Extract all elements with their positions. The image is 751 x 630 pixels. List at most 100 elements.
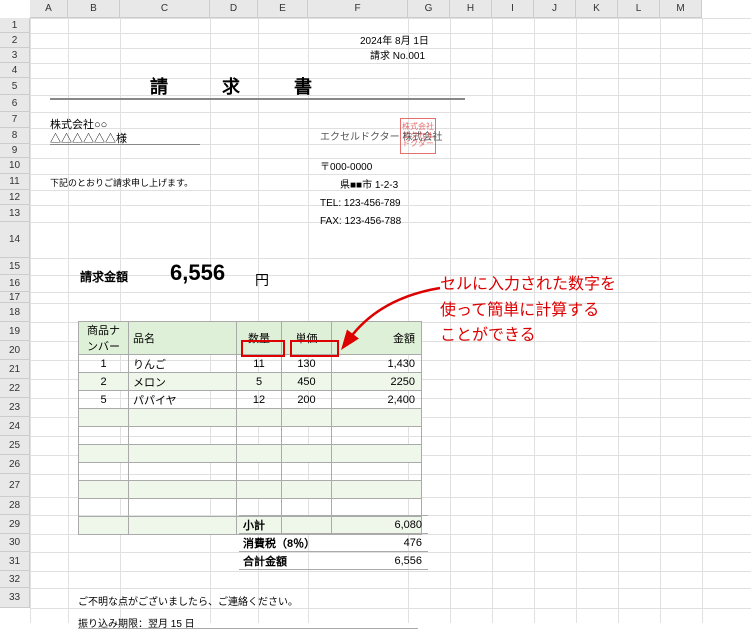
amount-unit: 円 xyxy=(255,270,269,290)
row-header[interactable]: 13 xyxy=(0,205,30,222)
sender-tel: TEL: 123-456-789 xyxy=(320,198,401,209)
table-row-empty[interactable] xyxy=(79,463,422,481)
table-row-empty[interactable] xyxy=(79,445,422,463)
row-header[interactable]: 12 xyxy=(0,190,30,205)
row-header[interactable]: 20 xyxy=(0,341,30,360)
column-header[interactable]: G xyxy=(408,0,450,18)
row-header[interactable]: 7 xyxy=(0,112,30,128)
table-row-empty[interactable] xyxy=(79,499,422,517)
invoice-note: 下記のとおりご請求申し上げます。 xyxy=(50,176,193,189)
row-header[interactable]: 27 xyxy=(0,474,30,497)
row-header[interactable]: 29 xyxy=(0,515,30,534)
table-row-empty[interactable] xyxy=(79,481,422,499)
header-product-name: 品名 xyxy=(129,322,237,355)
cell-price[interactable]: 200 xyxy=(282,391,332,409)
row-header[interactable]: 23 xyxy=(0,398,30,417)
row-header[interactable]: 8 xyxy=(0,128,30,144)
column-header[interactable]: K xyxy=(576,0,618,18)
row-header[interactable]: 21 xyxy=(0,360,30,379)
table-row-empty[interactable] xyxy=(79,409,422,427)
table-row[interactable]: 1りんご111301,430 xyxy=(79,355,422,373)
cell-name[interactable]: パパイヤ xyxy=(129,391,237,409)
column-header[interactable]: I xyxy=(492,0,534,18)
column-header[interactable]: C xyxy=(120,0,210,18)
row-header[interactable]: 28 xyxy=(0,497,30,515)
row-header[interactable]: 10 xyxy=(0,158,30,174)
tax-value: 476 xyxy=(337,534,428,552)
column-header[interactable]: J xyxy=(534,0,576,18)
row-header[interactable]: 26 xyxy=(0,455,30,474)
sender-fax: FAX: 123-456-788 xyxy=(320,216,401,227)
table-row[interactable]: 5パパイヤ122002,400 xyxy=(79,391,422,409)
total-label: 合計金額 xyxy=(239,552,337,570)
cell-qty[interactable]: 5 xyxy=(237,373,282,391)
tax-label: 消費税（8％） xyxy=(239,534,337,552)
callout-annotation: セルに入力された数字を 使って簡単に計算する ことができる xyxy=(440,272,616,349)
amount-value: 6,556 xyxy=(170,260,225,286)
invoice-number: 請求 No.001 xyxy=(370,47,425,62)
cell-num[interactable]: 2 xyxy=(79,373,129,391)
cell-amt[interactable]: 1,430 xyxy=(332,355,422,373)
row-header[interactable]: 5 xyxy=(0,78,30,95)
row-header[interactable]: 14 xyxy=(0,222,30,258)
column-header[interactable]: E xyxy=(258,0,308,18)
invoice-date: 2024年 8月 1日 xyxy=(360,32,429,47)
row-header[interactable]: 15 xyxy=(0,258,30,275)
column-header[interactable]: D xyxy=(210,0,258,18)
row-header[interactable]: 9 xyxy=(0,144,30,158)
table-row[interactable]: 2メロン54502250 xyxy=(79,373,422,391)
row-header[interactable]: 17 xyxy=(0,292,30,303)
row-header[interactable]: 3 xyxy=(0,48,30,63)
row-header[interactable]: 1 xyxy=(0,18,30,33)
title-underline xyxy=(50,98,465,100)
row-header[interactable]: 11 xyxy=(0,174,30,190)
subtotal-value: 6,080 xyxy=(337,516,428,534)
cell-price[interactable]: 130 xyxy=(282,355,332,373)
cell-name[interactable]: メロン xyxy=(129,373,237,391)
column-header[interactable]: F xyxy=(308,0,408,18)
cell-qty[interactable]: 12 xyxy=(237,391,282,409)
company-seal-stamp: 株式会社エクセルドクター xyxy=(400,118,436,154)
amount-label: 請求金額 xyxy=(80,268,128,285)
row-header[interactable]: 18 xyxy=(0,303,30,322)
column-header[interactable]: A xyxy=(30,0,68,18)
cell-price[interactable]: 450 xyxy=(282,373,332,391)
table-row-empty[interactable] xyxy=(79,427,422,445)
cell-name[interactable]: りんご xyxy=(129,355,237,373)
header-amount: 金額 xyxy=(332,322,422,355)
row-header[interactable]: 24 xyxy=(0,417,30,436)
sender-address: 県■■市 1-2-3 xyxy=(340,176,398,191)
cell-amt[interactable]: 2250 xyxy=(332,373,422,391)
footer-underline xyxy=(78,628,418,629)
row-header[interactable]: 16 xyxy=(0,275,30,292)
row-header[interactable]: 19 xyxy=(0,322,30,341)
attention-underline xyxy=(50,144,200,145)
header-product-number: 商品ナンバー xyxy=(79,322,129,355)
row-header[interactable]: 31 xyxy=(0,552,30,571)
row-header[interactable]: 30 xyxy=(0,534,30,552)
header-unit-price: 単価 xyxy=(282,322,332,355)
row-header[interactable]: 32 xyxy=(0,571,30,588)
table-header-row: 商品ナンバー 品名 数量 単価 金額 xyxy=(79,322,422,355)
row-header[interactable]: 25 xyxy=(0,436,30,455)
cell-qty[interactable]: 11 xyxy=(237,355,282,373)
row-header[interactable]: 33 xyxy=(0,588,30,608)
row-header[interactable]: 4 xyxy=(0,63,30,78)
footer-note-1: ご不明な点がございましたら、ご連絡ください。 xyxy=(78,593,298,608)
cell-num[interactable]: 5 xyxy=(79,391,129,409)
column-header[interactable]: B xyxy=(68,0,120,18)
cell-num[interactable]: 1 xyxy=(79,355,129,373)
row-header[interactable]: 6 xyxy=(0,95,30,112)
invoice-title: 請 求 書 xyxy=(150,73,330,99)
total-value: 6,556 xyxy=(337,552,428,570)
line-items-table[interactable]: 商品ナンバー 品名 数量 単価 金額 1りんご111301,4302メロン545… xyxy=(78,321,422,535)
row-header[interactable]: 2 xyxy=(0,33,30,48)
worksheet-area[interactable]: 2024年 8月 1日 請求 No.001 請 求 書 株式会社○○ △△△△△… xyxy=(30,18,751,623)
totals-table: 小計6,080 消費税（8％）476 合計金額6,556 xyxy=(239,515,428,570)
cell-amt[interactable]: 2,400 xyxy=(332,391,422,409)
column-header[interactable]: L xyxy=(618,0,660,18)
column-header[interactable]: H xyxy=(450,0,492,18)
row-header[interactable]: 22 xyxy=(0,379,30,398)
column-header[interactable]: M xyxy=(660,0,702,18)
sender-postal: 〒000-0000 xyxy=(320,158,372,173)
